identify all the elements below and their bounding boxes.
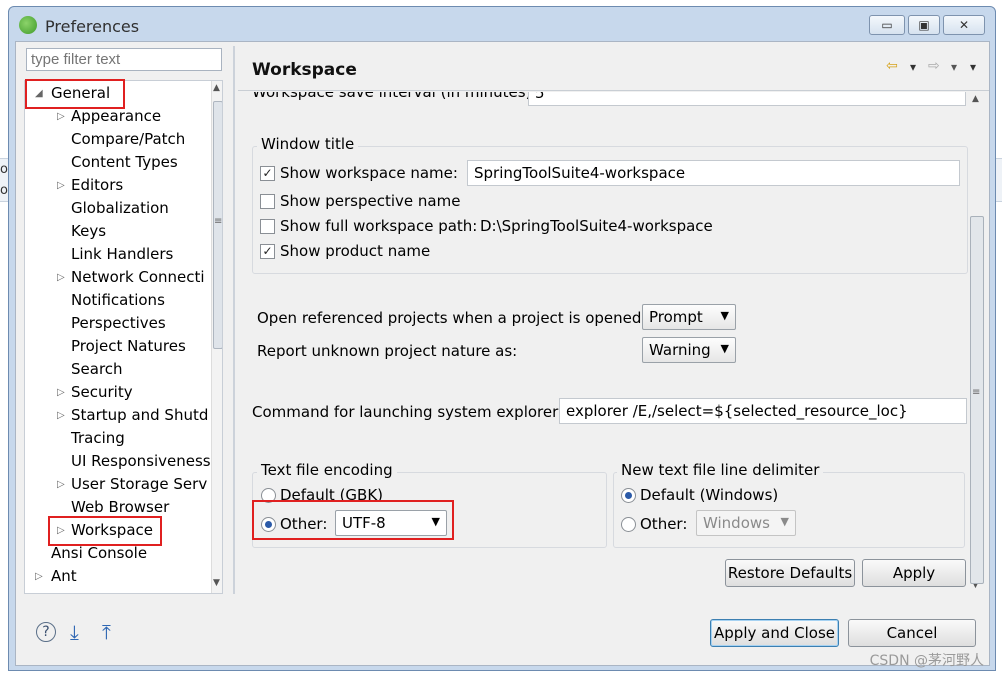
system-explorer-input[interactable]: explorer /E,/select=${selected_resource_… <box>559 398 967 424</box>
show-perspective-name-checkbox[interactable] <box>260 194 275 209</box>
collapsed-arrow-icon[interactable]: ▷ <box>57 479 65 490</box>
tree-item[interactable]: Tracing <box>71 429 125 447</box>
delimiter-value: Windows <box>703 514 770 532</box>
collapsed-arrow-icon[interactable]: ▷ <box>57 180 65 191</box>
title-bar[interactable]: Preferences ▭ ▣ ✕ <box>9 7 995 43</box>
help-icon[interactable]: ? <box>36 622 56 642</box>
forward-arrow-icon[interactable]: ⇨ <box>928 58 940 74</box>
delimiter-default-radio[interactable] <box>621 488 636 503</box>
tree-item[interactable]: Editors <box>71 176 123 194</box>
show-perspective-name-label: Show perspective name <box>280 192 461 210</box>
report-unknown-label: Report unknown project nature as: <box>257 342 518 360</box>
tree-item[interactable]: Compare/Patch <box>71 130 185 148</box>
collapsed-arrow-icon[interactable]: ▷ <box>57 387 65 398</box>
page-scroll-thumb[interactable]: ≡ <box>970 216 984 584</box>
show-full-path-label: Show full workspace path: <box>280 217 478 235</box>
encoding-group-label: Text file encoding <box>257 461 397 479</box>
grip-icon: ≡ <box>214 216 223 227</box>
collapsed-arrow-icon[interactable]: ▷ <box>35 571 43 582</box>
watermark: CSDN @茅河野人 <box>869 653 984 669</box>
collapsed-arrow-icon[interactable]: ▷ <box>57 111 65 122</box>
tree-item[interactable]: Keys <box>71 222 106 240</box>
cancel-button[interactable]: Cancel <box>848 619 976 647</box>
tree-item[interactable]: Ansi Console <box>51 544 147 562</box>
tree-item[interactable]: UI Responsiveness <box>71 452 211 470</box>
scroll-down-icon[interactable]: ▼ <box>213 578 220 588</box>
report-unknown-combo[interactable]: Warning ▼ <box>642 337 736 363</box>
report-unknown-value: Warning <box>649 341 711 359</box>
title-separator <box>238 90 989 91</box>
delimiter-other-label: Other: <box>640 515 688 533</box>
save-interval-input[interactable]: 5 <box>528 92 966 106</box>
collapsed-arrow-icon[interactable]: ▷ <box>57 410 65 421</box>
tree-item[interactable]: Startup and Shutd <box>71 406 208 424</box>
scroll-up-icon[interactable]: ▲ <box>972 94 979 104</box>
page-title: Workspace <box>252 60 357 80</box>
system-explorer-label: Command for launching system explorer: <box>252 403 564 421</box>
export-icon[interactable]: ⤒ <box>102 620 111 644</box>
close-button[interactable]: ✕ <box>943 15 985 35</box>
dropdown-arrow-icon: ▼ <box>720 309 729 322</box>
open-referenced-value: Prompt <box>649 308 703 326</box>
delimiter-combo[interactable]: Windows ▼ <box>696 510 796 536</box>
delimiter-other-radio[interactable] <box>621 517 636 532</box>
pane-sash[interactable] <box>233 46 235 594</box>
dialog-client-area: General◢Appearance▷Compare/PatchContent … <box>15 41 990 666</box>
show-product-name-checkbox[interactable]: ✓ <box>260 244 275 259</box>
dropdown-arrow-icon: ▼ <box>780 515 789 528</box>
open-referenced-combo[interactable]: Prompt ▼ <box>642 304 736 330</box>
view-menu-icon[interactable]: ▾ <box>970 60 976 74</box>
save-interval-label: Workspace save interval (in minutes): <box>252 92 537 101</box>
tree-item[interactable]: Content Types <box>71 153 178 171</box>
show-workspace-name-checkbox[interactable]: ✓ <box>260 166 275 181</box>
tree-item[interactable]: Globalization <box>71 199 169 217</box>
tree-item[interactable]: Perspectives <box>71 314 166 332</box>
page-content: Workspace save interval (in minutes): 5 … <box>238 92 974 596</box>
back-menu-icon[interactable]: ▾ <box>910 60 916 74</box>
highlight-encoding <box>252 500 454 540</box>
apply-button[interactable]: Apply <box>862 559 966 587</box>
show-full-path-checkbox[interactable] <box>260 219 275 234</box>
show-product-name-label: Show product name <box>280 242 431 260</box>
show-workspace-name-label: Show workspace name: <box>280 164 458 182</box>
minimize-button[interactable]: ▭ <box>869 15 905 35</box>
window-title-group-label: Window title <box>257 135 359 153</box>
back-arrow-icon[interactable]: ⇦ <box>886 58 898 74</box>
workspace-name-input[interactable]: SpringToolSuite4-workspace <box>467 160 960 186</box>
tree-scroll-thumb[interactable]: ≡ <box>213 101 223 349</box>
scroll-up-icon[interactable]: ▲ <box>213 83 220 93</box>
dropdown-arrow-icon: ▼ <box>720 342 729 355</box>
tree-item[interactable]: Appearance <box>71 107 161 125</box>
tree-item[interactable]: Notifications <box>71 291 165 309</box>
tree-item[interactable]: Security <box>71 383 133 401</box>
grip-icon: ≡ <box>972 387 981 398</box>
apply-and-close-button[interactable]: Apply and Close <box>710 619 839 647</box>
open-referenced-label: Open referenced projects when a project … <box>257 309 647 327</box>
restore-defaults-button[interactable]: Restore Defaults <box>725 559 855 587</box>
highlight-general <box>25 79 125 109</box>
workspace-page: Workspace ⇦ ▾ ⇨ ▾ ▾ Workspace save inter… <box>238 46 989 598</box>
window-title: Preferences <box>45 17 140 36</box>
line-delimiter-group-label: New text file line delimiter <box>617 461 824 479</box>
delimiter-default-label: Default (Windows) <box>640 486 779 504</box>
filter-input[interactable] <box>26 48 222 71</box>
spring-leaf-icon <box>19 16 37 34</box>
import-icon[interactable]: ⤓ <box>70 620 79 644</box>
forward-menu-icon[interactable]: ▾ <box>951 60 957 74</box>
tree-item[interactable]: Network Connecti <box>71 268 205 286</box>
tree-item[interactable]: User Storage Serv <box>71 475 207 493</box>
highlight-workspace <box>48 516 162 546</box>
collapsed-arrow-icon[interactable]: ▷ <box>57 272 65 283</box>
tree-item[interactable]: Project Natures <box>71 337 186 355</box>
tree-item[interactable]: Link Handlers <box>71 245 173 263</box>
tree-item[interactable]: Search <box>71 360 123 378</box>
maximize-button[interactable]: ▣ <box>908 15 940 35</box>
full-path-value: D:\SpringToolSuite4-workspace <box>480 217 713 235</box>
preferences-dialog: Preferences ▭ ▣ ✕ General◢Appearance▷Com… <box>8 6 996 671</box>
tree-item[interactable]: Ant <box>51 567 77 585</box>
tree-item[interactable]: Web Browser <box>71 498 169 516</box>
